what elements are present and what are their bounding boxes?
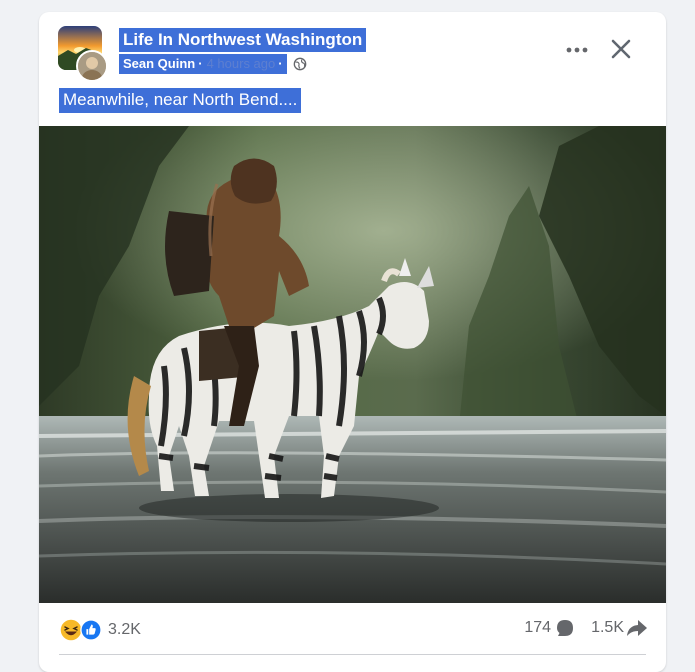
reactions-summary[interactable]: 3.2K [59, 618, 141, 642]
like-reaction-icon [80, 619, 102, 641]
post-titles: Life In Northwest Washington Sean Quinn … [119, 28, 367, 74]
comment-icon [557, 620, 574, 636]
share-count[interactable]: 1.5K [591, 619, 624, 637]
more-options-icon [566, 47, 588, 53]
engagement-stats: 174 1.5K [524, 618, 648, 638]
share-icon [627, 620, 647, 636]
post-meta: Sean Quinn · 4 hours ago · [119, 54, 366, 74]
close-button[interactable] [606, 34, 636, 64]
close-icon [611, 39, 631, 59]
author-name-link[interactable]: Sean Quinn [123, 55, 195, 73]
group-avatar[interactable] [58, 26, 108, 82]
reaction-count: 3.2K [108, 621, 141, 638]
separator-dot: · [278, 56, 283, 71]
post-photo[interactable] [39, 126, 666, 603]
meta-highlight: Sean Quinn · 4 hours ago · [119, 54, 287, 74]
group-name-link[interactable]: Life In Northwest Washington [119, 28, 367, 52]
more-options-button[interactable] [563, 38, 591, 62]
post-header: Life In Northwest Washington Sean Quinn … [39, 12, 666, 90]
author-avatar[interactable] [76, 50, 108, 82]
globe-icon[interactable] [293, 57, 307, 71]
post-footer: 3.2K 174 1.5K [39, 612, 666, 656]
comment-count[interactable]: 174 [524, 619, 551, 637]
post-card: Life In Northwest Washington Sean Quinn … [39, 12, 666, 672]
footer-divider [59, 654, 646, 655]
post-timestamp[interactable]: 4 hours ago [207, 55, 276, 73]
separator-dot: · [198, 56, 203, 71]
post-text: Meanwhile, near North Bend.... [59, 88, 302, 113]
